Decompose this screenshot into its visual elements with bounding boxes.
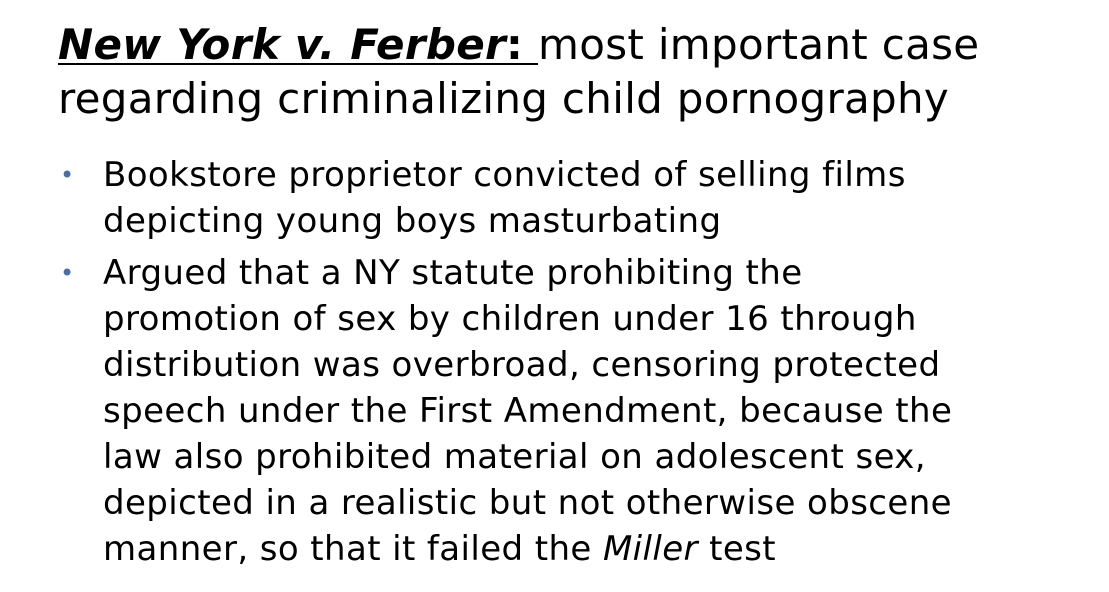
bullet-text: Bookstore proprietor convicted of sellin…	[103, 155, 906, 241]
bullet-line: speech under the First Amendment, becaus…	[103, 391, 953, 431]
bullet-line: Argued that a NY statute prohibiting the	[103, 253, 803, 293]
bullet-item: • Argued that a NY statute prohibiting t…	[58, 250, 1098, 572]
case-name: New York v. Ferber	[58, 20, 506, 69]
bullet-item: • Bookstore proprietor convicted of sell…	[58, 152, 1098, 244]
bullet-line: distribution was overbroad, censoring pr…	[103, 345, 941, 385]
title-rest-line2: regarding criminalizing child pornograph…	[58, 74, 950, 123]
bullet-line-after: test	[697, 529, 777, 569]
bullet-line: depicted in a realistic but not otherwis…	[103, 483, 952, 523]
bullet-line-before: manner, so that it failed the	[103, 529, 603, 569]
title-rest-line1: most important case	[538, 20, 980, 69]
bullet-line: depicting young boys masturbating	[103, 201, 722, 241]
slide: New York v. Ferber: most important case r…	[0, 0, 1109, 592]
slide-title: New York v. Ferber: most important case r…	[58, 18, 1098, 126]
case-name-heading: New York v. Ferber:	[58, 20, 538, 69]
bullet-dot-icon: •	[60, 161, 75, 189]
bullet-line: law also prohibited material on adolesce…	[103, 437, 927, 477]
case-colon: :	[506, 20, 539, 69]
bullet-line: promotion of sex by children under 16 th…	[103, 299, 917, 339]
miller-test-name: Miller	[602, 529, 698, 569]
bullet-line: Bookstore proprietor convicted of sellin…	[103, 155, 906, 195]
bullet-list: • Bookstore proprietor convicted of sell…	[58, 152, 1098, 578]
bullet-text: Argued that a NY statute prohibiting the…	[103, 253, 952, 569]
bullet-dot-icon: •	[60, 259, 75, 287]
